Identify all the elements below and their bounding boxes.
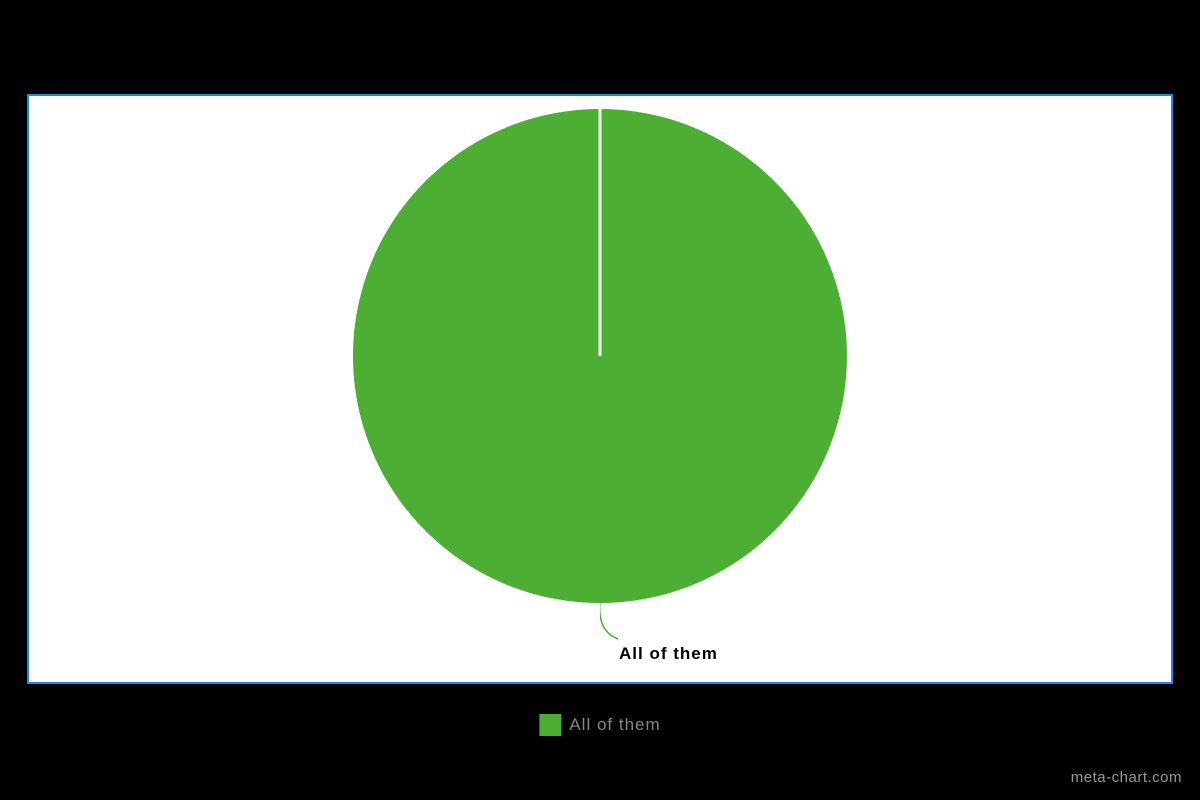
label-leader-line [600, 601, 640, 641]
slice-label: All of them [619, 644, 718, 664]
legend-label: All of them [569, 715, 660, 735]
legend: All of them [539, 714, 660, 736]
pie-slice-all [353, 109, 847, 603]
pie-chart [353, 109, 847, 603]
legend-swatch [539, 714, 561, 736]
watermark: meta-chart.com [1071, 769, 1182, 786]
chart-panel: All of them [27, 94, 1173, 684]
